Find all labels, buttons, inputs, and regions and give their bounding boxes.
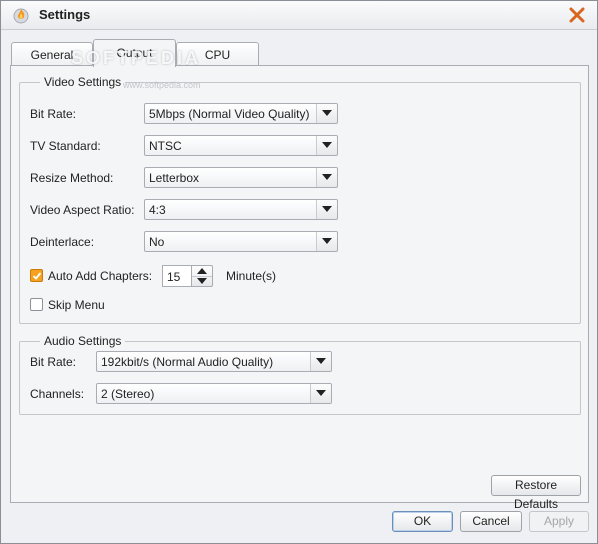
resize-method-label: Resize Method: [30, 171, 114, 185]
tv-standard-label: TV Standard: [30, 139, 101, 153]
video-bit-rate-select[interactable]: 5Mbps (Normal Video Quality) [144, 103, 338, 124]
auto-add-chapters-checkbox[interactable] [30, 269, 43, 282]
chevron-down-icon[interactable] [310, 352, 331, 371]
channels-label: Channels: [30, 387, 85, 401]
tab-cpu-label: CPU [204, 48, 231, 62]
deinterlace-select[interactable]: No [144, 231, 338, 252]
chapter-interval-stepper[interactable] [191, 265, 213, 287]
tab-general-label: General [30, 48, 74, 62]
channels-select[interactable]: 2 (Stereo) [96, 383, 332, 404]
chapter-interval-input[interactable]: 15 [162, 265, 192, 287]
tab-output[interactable]: Output [93, 39, 176, 67]
tab-cpu[interactable]: CPU [176, 42, 259, 66]
chevron-down-icon[interactable] [316, 232, 337, 251]
ok-button[interactable]: OK [392, 511, 453, 532]
chapter-interval-unit: Minute(s) [226, 269, 277, 283]
deinterlace-label: Deinterlace: [30, 235, 95, 249]
restore-defaults-button[interactable]: Restore Defaults [491, 475, 581, 511]
chevron-down-icon[interactable] [316, 168, 337, 187]
deinterlace-value: No [149, 235, 165, 249]
chevron-down-icon[interactable] [316, 200, 337, 219]
auto-add-chapters-label[interactable]: Auto Add Chapters: [48, 269, 152, 283]
chevron-down-icon[interactable] [310, 384, 331, 403]
aspect-ratio-label: Video Aspect Ratio: [30, 203, 135, 217]
resize-method-value: Letterbox [149, 171, 200, 185]
apply-button[interactable]: Apply [529, 511, 589, 532]
flame-app-icon [13, 8, 29, 24]
title-bar[interactable]: Settings [1, 1, 597, 30]
video-settings-legend: Video Settings [44, 75, 122, 89]
audio-settings-legend: Audio Settings [44, 334, 122, 348]
check-icon [32, 272, 42, 280]
channels-value: 2 (Stereo) [101, 387, 155, 401]
chevron-down-icon[interactable] [316, 104, 337, 123]
tv-standard-value: NTSC [149, 139, 182, 153]
audio-bit-rate-select[interactable]: 192kbit/s (Normal Audio Quality) [96, 351, 332, 372]
stepper-down-icon[interactable] [192, 276, 212, 286]
resize-method-select[interactable]: Letterbox [144, 167, 338, 188]
window-title: Settings [39, 7, 91, 22]
video-bit-rate-value: 5Mbps (Normal Video Quality) [149, 107, 310, 121]
skip-menu-checkbox[interactable] [30, 298, 43, 311]
skip-menu-label[interactable]: Skip Menu [48, 298, 105, 312]
aspect-ratio-value: 4:3 [149, 203, 166, 217]
tab-general[interactable]: General [11, 42, 93, 66]
settings-window: Settings General Output CPU SOFTPEDIA ww… [0, 0, 598, 544]
audio-bit-rate-value: 192kbit/s (Normal Audio Quality) [101, 355, 274, 369]
chevron-down-icon[interactable] [316, 136, 337, 155]
video-bit-rate-label: Bit Rate: [30, 107, 77, 121]
close-icon[interactable] [567, 5, 587, 25]
cancel-button[interactable]: Cancel [460, 511, 522, 532]
tab-output-label: Output [116, 46, 153, 60]
aspect-ratio-select[interactable]: 4:3 [144, 199, 338, 220]
audio-bit-rate-label: Bit Rate: [30, 355, 77, 369]
tv-standard-select[interactable]: NTSC [144, 135, 338, 156]
